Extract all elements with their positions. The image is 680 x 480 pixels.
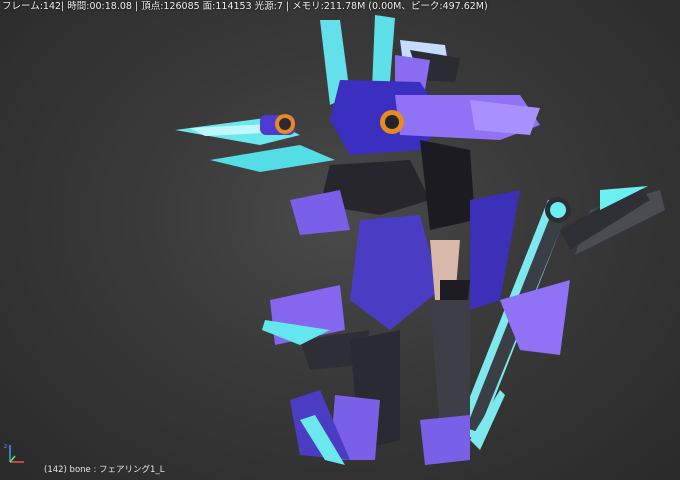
xyz-axis-gizmo-icon: z [4, 443, 24, 463]
viewport-stats: フレーム:142| 時間:00:18.08 | 頂点:126085 面:1141… [2, 1, 488, 12]
bone-status: (142) bone : フェアリング1_L [44, 465, 165, 475]
mecha-robot-model[interactable] [0, 0, 680, 480]
left-gun-weapon [175, 114, 335, 172]
3d-viewport[interactable]: フレーム:142| 時間:00:18.08 | 頂点:126085 面:1141… [0, 0, 680, 480]
svg-text:z: z [4, 443, 7, 450]
